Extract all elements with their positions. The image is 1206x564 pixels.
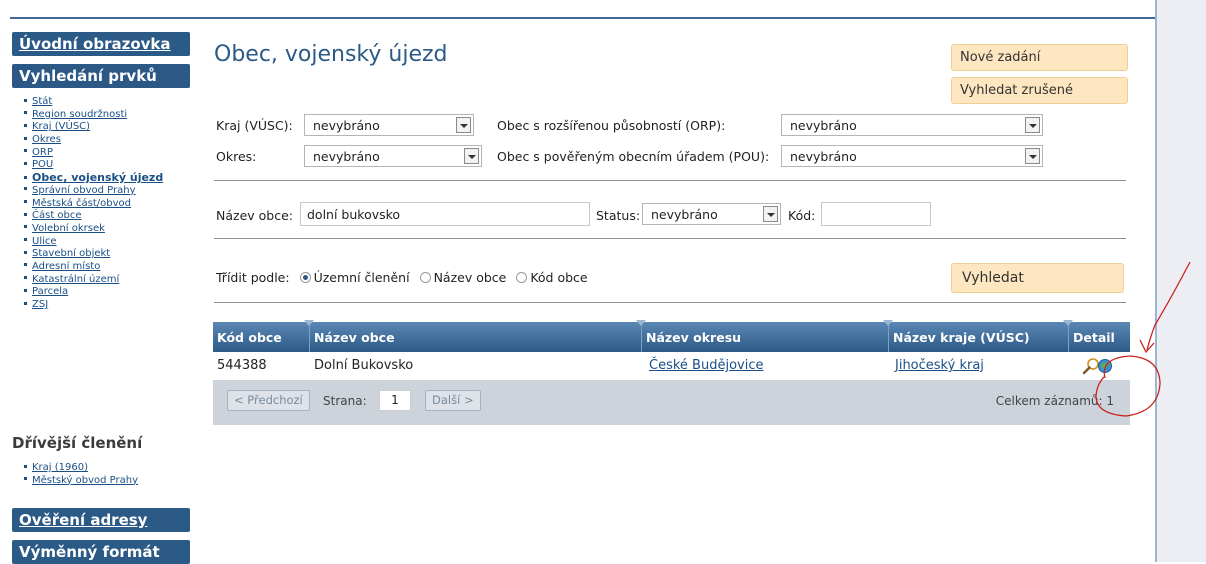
- sort-label: Třídit podle:: [216, 270, 290, 285]
- col-okres-label: Název okresu: [646, 330, 742, 345]
- nazev-obce-input[interactable]: dolní bukovsko: [300, 202, 590, 226]
- pou-select[interactable]: nevybráno: [781, 145, 1043, 167]
- dropdown-arrow-icon: [456, 117, 471, 133]
- nav-overeni-adresy[interactable]: Ověření adresy: [12, 508, 190, 532]
- sort-row: Třídit podle: Územní členění Název obce …: [216, 270, 588, 285]
- globe-icon[interactable]: [1098, 359, 1112, 373]
- col-kod-obce[interactable]: Kód obce: [213, 320, 314, 352]
- sidebar-item-volebni-okrsek[interactable]: Volební okrsek: [24, 223, 163, 236]
- sort-option-kod: Kód obce: [530, 270, 588, 285]
- table-header: Kód obce Název obce Název okresu Název k…: [213, 320, 1130, 352]
- pou-select-value: nevybráno: [790, 149, 857, 164]
- cell-okres-link[interactable]: České Budějovice: [645, 352, 763, 380]
- status-label: Status:: [596, 208, 641, 223]
- radio-kod-obce[interactable]: [516, 272, 528, 283]
- pou-label: Obec s pověřeným obecním úřadem (POU):: [497, 149, 770, 164]
- divider: [214, 180, 1126, 181]
- cell-kod: 544388: [217, 358, 267, 373]
- nav-vymenny-format[interactable]: Výměnný formát: [12, 540, 190, 564]
- table-row: 544388 Dolní Bukovsko České Budějovice J…: [213, 352, 1130, 380]
- kraj-select-value: nevybráno: [313, 118, 380, 133]
- col-nazev-okresu[interactable]: Název okresu: [642, 320, 893, 352]
- dropdown-arrow-icon: [1025, 148, 1040, 164]
- col-kraj-label: Název kraje (VÚSC): [893, 330, 1030, 345]
- cell-kraj-link[interactable]: Jihočeský kraj: [891, 352, 984, 380]
- orp-select-value: nevybráno: [790, 118, 857, 133]
- orp-label: Obec s rozšířenou působností (ORP):: [497, 118, 726, 133]
- kraj-select[interactable]: nevybráno: [304, 114, 474, 136]
- detail-icons: [1082, 358, 1112, 375]
- nav-vyhledani-prvku[interactable]: Vyhledání prvků: [12, 64, 190, 88]
- next-page-button[interactable]: Další >: [425, 390, 481, 411]
- col-nazev-label: Název obce: [314, 330, 395, 345]
- sidebar-item-mestska-cast[interactable]: Městská část/obvod: [24, 198, 163, 211]
- sidebar-item-stavebni-objekt[interactable]: Stavební objekt: [24, 248, 163, 261]
- sidebar: Úvodní obrazovka Vyhledání prvků Stát Re…: [0, 0, 200, 564]
- sidebar-item-zsj[interactable]: ZSJ: [24, 299, 163, 312]
- okres-select[interactable]: nevybráno: [304, 145, 482, 167]
- annotation-arrowhead: [1139, 339, 1155, 354]
- divider: [214, 302, 1126, 303]
- sidebar-item-obec[interactable]: Obec, vojenský újezd: [24, 171, 163, 185]
- cell-nazev: Dolní Bukovsko: [314, 358, 414, 373]
- magnifier-icon[interactable]: [1082, 358, 1099, 375]
- sidebar-item-katastralni-uzemi[interactable]: Katastrální území: [24, 274, 163, 287]
- sidebar-item-region[interactable]: Region soudržnosti: [24, 109, 163, 122]
- radio-uzemni-cleneni[interactable]: [299, 272, 311, 283]
- sort-option-nazev: Název obce: [433, 270, 507, 285]
- okres-label: Okres:: [216, 149, 257, 164]
- status-select[interactable]: nevybráno: [642, 203, 781, 225]
- dropdown-arrow-icon: [464, 148, 479, 164]
- sidebar-item-orp[interactable]: ORP: [24, 147, 163, 160]
- prev-page-button[interactable]: < Předchozí: [227, 390, 310, 411]
- nav-uvodni-obrazovka[interactable]: Úvodní obrazovka: [12, 32, 190, 56]
- sort-option-uzemni: Územní členění: [313, 270, 410, 285]
- section-drivejsi-cleneni: Dřívější členění: [12, 434, 143, 452]
- sidebar-item-ulice[interactable]: Ulice: [24, 236, 163, 249]
- cell-detail: [1075, 352, 1125, 380]
- sidebar-item-adresni-misto[interactable]: Adresní místo: [24, 261, 163, 274]
- kraj-label: Kraj (VÚSC):: [216, 118, 293, 133]
- total-records: Celkem záznamů: 1: [995, 394, 1114, 408]
- kod-input[interactable]: [821, 202, 931, 226]
- sidebar-item-mestsky-obvod[interactable]: Městský obvod Prahy: [24, 475, 138, 488]
- search-button[interactable]: Vyhledat: [951, 263, 1124, 293]
- dropdown-arrow-icon: [1025, 117, 1040, 133]
- page-label: Strana:: [323, 394, 367, 408]
- old-items-list: Kraj (1960) Městský obvod Prahy: [24, 462, 138, 487]
- page-title: Obec, vojenský újezd: [214, 42, 448, 67]
- dropdown-arrow-icon: [763, 206, 778, 222]
- search-cancelled-button[interactable]: Vyhledat zrušené: [951, 77, 1128, 104]
- pagination: < Předchozí Strana: 1 Další > Celkem záz…: [213, 380, 1130, 425]
- radio-nazev-obce[interactable]: [419, 272, 431, 283]
- orp-select[interactable]: nevybráno: [781, 114, 1043, 136]
- col-nazev-kraje[interactable]: Název kraje (VÚSC): [889, 320, 1073, 352]
- col-detail: Detail: [1069, 322, 1130, 352]
- search-items-list: Stát Region soudržnosti Kraj (VÚSC) Okre…: [24, 96, 163, 312]
- divider: [214, 238, 1126, 239]
- sidebar-item-spravni-obvod[interactable]: Správní obvod Prahy: [24, 185, 163, 198]
- col-detail-label: Detail: [1073, 330, 1115, 345]
- sidebar-item-kraj[interactable]: Kraj (VÚSC): [24, 121, 163, 134]
- sidebar-item-kraj-1960[interactable]: Kraj (1960): [24, 462, 138, 475]
- status-select-value: nevybráno: [651, 207, 718, 222]
- results-table: Kód obce Název obce Název okresu Název k…: [213, 320, 1130, 425]
- right-margin-band: [1155, 0, 1206, 562]
- sidebar-item-cast-obce[interactable]: Část obce: [24, 210, 163, 223]
- sidebar-item-parcela[interactable]: Parcela: [24, 286, 163, 299]
- page-number-input[interactable]: 1: [379, 390, 411, 411]
- content-right-border: [1155, 0, 1157, 562]
- sidebar-item-stat[interactable]: Stát: [24, 96, 163, 109]
- kod-label: Kód:: [788, 208, 816, 223]
- col-nazev-obce[interactable]: Název obce: [310, 320, 646, 352]
- new-query-button[interactable]: Nové zadání: [951, 44, 1128, 71]
- okres-select-value: nevybráno: [313, 149, 380, 164]
- nazev-obce-label: Název obce:: [216, 208, 293, 223]
- col-kod-label: Kód obce: [217, 330, 282, 345]
- sidebar-item-okres[interactable]: Okres: [24, 134, 163, 147]
